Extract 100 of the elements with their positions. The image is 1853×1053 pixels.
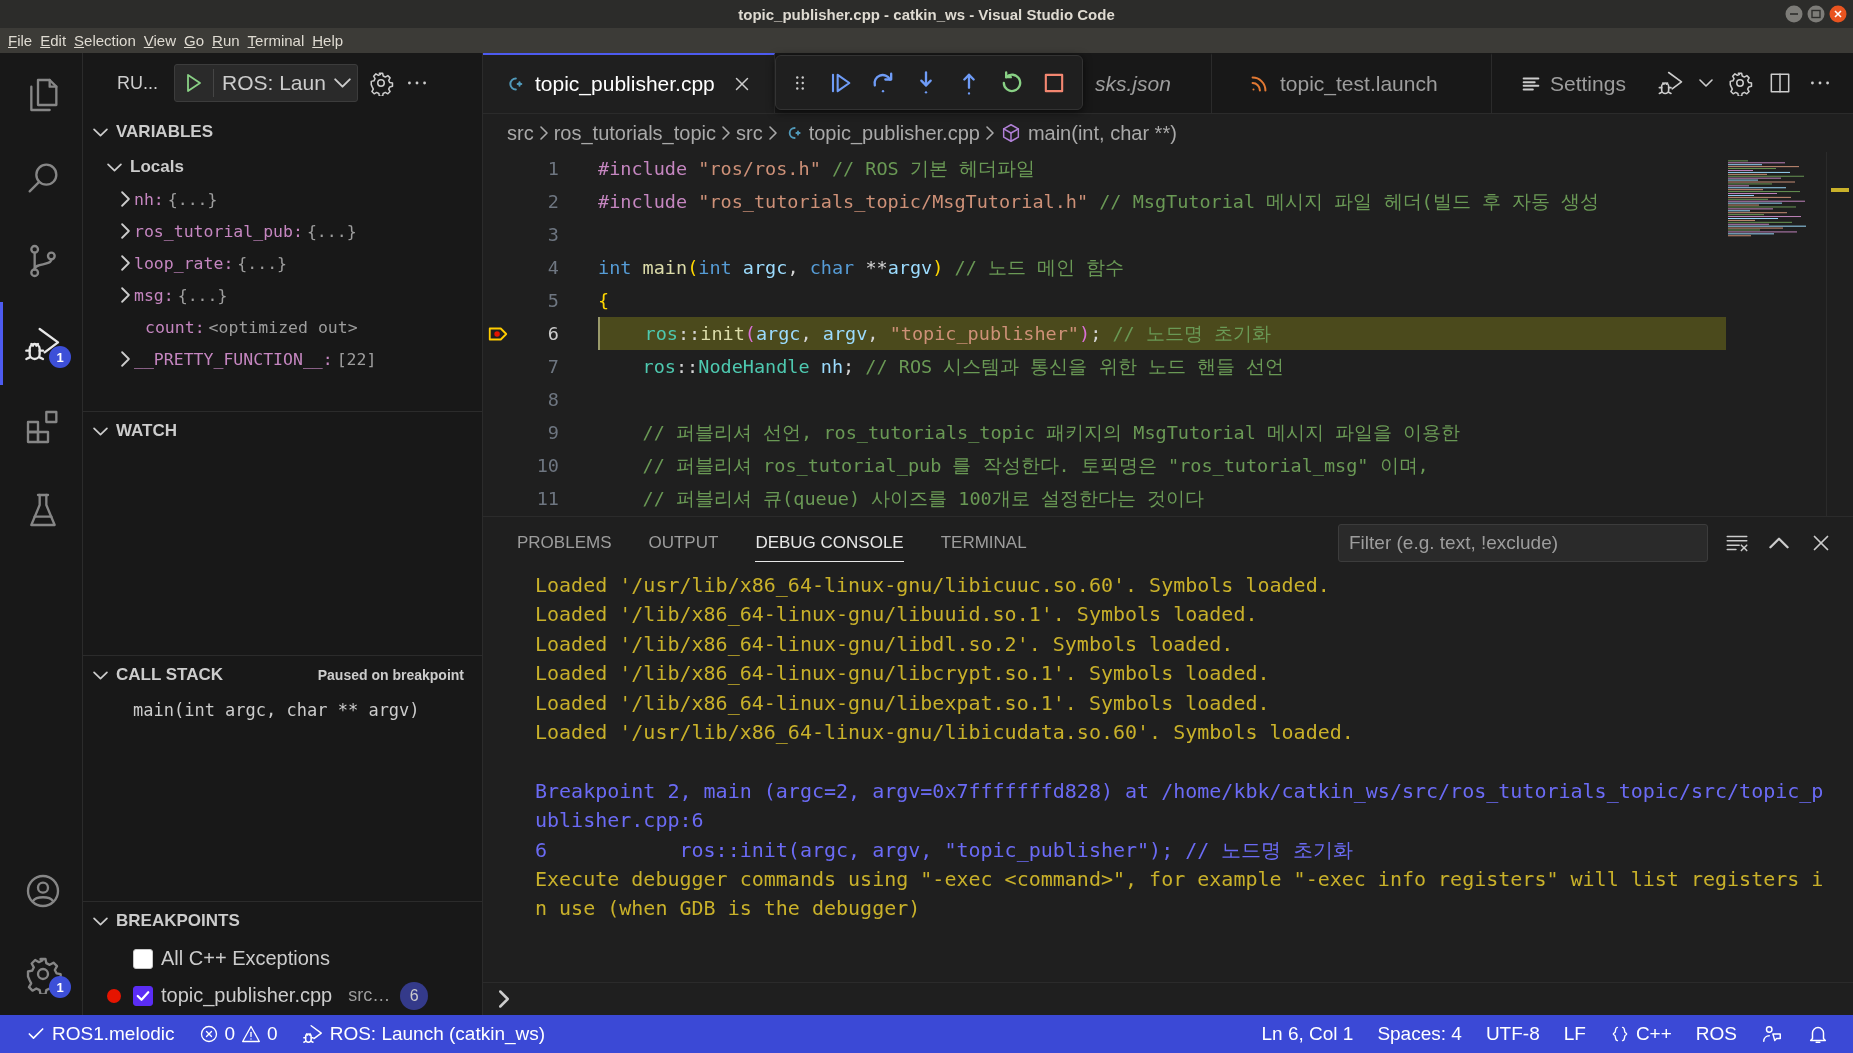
section-header[interactable]: WATCH (83, 412, 482, 450)
chevron-icon (539, 126, 548, 140)
warning-icon (241, 1024, 262, 1044)
section-header[interactable]: VARIABLES (83, 113, 482, 151)
breadcrumb-item[interactable]: src (736, 121, 763, 145)
chevron-icon (768, 126, 777, 140)
code-line: int main(int argc, char **argv) // 노드 메인 함수 (598, 256, 1125, 280)
breakpoint-dot (107, 988, 121, 1003)
menu-item[interactable]: Edit (36, 32, 71, 49)
panel-tab[interactable]: OUTPUT (648, 524, 719, 562)
chevron-icon (121, 191, 130, 207)
editor-tab[interactable]: sks.json (1089, 53, 1212, 113)
menu-item[interactable]: File (4, 32, 37, 49)
paused-status: Paused on breakpoint (317, 667, 464, 683)
variable-item[interactable]: msg: {...} (83, 279, 482, 311)
panel-tab[interactable]: TERMINAL (940, 524, 1027, 562)
console-line: Loaded '/lib/x86_64-linux-gnu/libexpat.so.1'. Symbols loaded. (535, 689, 1271, 717)
settings-icon[interactable] (1727, 70, 1753, 96)
stack-frame[interactable]: main(int argc, char ** argv) (83, 694, 482, 726)
chevron-icon (722, 126, 730, 140)
code-line: ros::init(argc, argv, "topic_publisher"); // 노드명 초기화 (643, 322, 1271, 346)
line-number: 8 (546, 389, 559, 410)
console-line: Loaded '/lib/x86_64-linux-gnu/libdl.so.2'. Symbols loaded. (535, 630, 1235, 658)
chevron-icon (93, 670, 108, 680)
scroll-marker (1831, 188, 1849, 192)
run-debug-icon[interactable] (1657, 69, 1685, 97)
breadcrumb-item[interactable]: src (507, 121, 534, 145)
code-line: #include "ros_tutorials_topic/MsgTutorial.h" // MsgTutorial 메시지 파일 헤더(빌드 후 자동 생성 (598, 190, 1600, 214)
code-line: // 퍼블리셔 선언, ros_tutorials_topic 패키지의 MsgTutorial 메시지 파일을 이용한 (641, 421, 1461, 445)
editor-tab[interactable]: Settings (1492, 53, 1642, 113)
line-number: 4 (546, 257, 559, 278)
panel-tab[interactable]: PROBLEMS (517, 524, 612, 562)
status-item[interactable]: ROS (1683, 1023, 1749, 1045)
code-line: ros::NodeHandle nh; // ROS 시스템과 통신을 위한 노드 핸들 선언 (641, 355, 1284, 379)
menu-item[interactable]: Go (180, 32, 209, 49)
activity-bar-item[interactable]: 1 (0, 932, 82, 1015)
chevron-icon (93, 127, 108, 137)
launch-config-dropdown[interactable]: ROS: Laun (174, 64, 358, 102)
menu-item[interactable]: View (139, 32, 180, 49)
code-line: // 퍼블리셔 ros_tutorial_pub 를 작성한다. 토픽명은 "ros_tutorial_msg" 이며, (641, 454, 1429, 478)
chevron-icon (93, 916, 108, 926)
chevron-icon (121, 255, 130, 271)
status-item[interactable]: ROS1.melodic (14, 1023, 187, 1045)
filter-field[interactable]: Filter (e.g. text, !exclude) (1338, 524, 1708, 562)
maximize-button[interactable] (1807, 5, 1825, 23)
section-header[interactable]: BREAKPOINTS (83, 902, 482, 940)
chevron-icon (93, 426, 108, 436)
status-item[interactable]: Spaces: 4 (1365, 1023, 1474, 1045)
badge: 1 (49, 346, 71, 368)
settings-icon[interactable] (367, 70, 394, 96)
checkbox[interactable] (133, 985, 153, 1006)
maximize-panel-icon[interactable] (1769, 537, 1789, 549)
caret-icon[interactable] (1699, 79, 1713, 87)
feedback-icon[interactable] (1761, 1023, 1783, 1045)
breadcrumb-item[interactable]: main(int, char **) (1027, 121, 1177, 145)
line-number: 3 (546, 224, 559, 245)
status-item[interactable]: LF (1551, 1023, 1598, 1045)
editor-tab[interactable]: topic_publisher.cpp (483, 53, 775, 113)
run-debug-icon (301, 1023, 324, 1045)
status-item[interactable]: Ln 6, Col 1 (1249, 1023, 1366, 1045)
menu-item[interactable]: Selection (70, 32, 140, 49)
menu-item[interactable]: Help (308, 32, 348, 49)
variable-item[interactable]: count: <optimized out> (83, 311, 482, 343)
menu-item[interactable]: Run (208, 32, 244, 49)
menu-item[interactable]: Terminal (243, 32, 309, 49)
sidebar-title: RU... (117, 72, 158, 94)
panel-tab[interactable]: DEBUG CONSOLE (755, 524, 904, 562)
console-line: Loaded '/lib/x86_64-linux-gnu/libcrypt.so.1'. Symbols loaded. (535, 660, 1271, 688)
console-line: Breakpoint 2, main (argc=2, argv=0x7fffffffd828) at /home/kbk/catkin_ws/src/ros_tutorials_topic/src/topic_publisher.cpp:6 (535, 777, 1824, 835)
console-line: Loaded '/usr/lib/x86_64-linux-gnu/libicudata.so.60'. Symbols loaded. (535, 719, 1355, 747)
line-number: 1 (546, 158, 559, 179)
breadcrumb-item[interactable]: topic_publisher.cpp (808, 121, 980, 145)
problems-status[interactable]: 0 0 (186, 1023, 290, 1045)
scope-item[interactable]: Locals (83, 151, 482, 183)
variable-item[interactable]: ros_tutorial_pub: {...} (83, 215, 482, 247)
variable-item[interactable]: __PRETTY_FUNCTION__: [22] (83, 343, 482, 375)
editor-tab[interactable]: topic_test.launch (1212, 53, 1492, 113)
prompt-icon (499, 990, 509, 1008)
variable-item[interactable]: nh: {...} (83, 183, 482, 215)
chevron-icon (121, 223, 130, 239)
breakpoint-path: src… (348, 985, 391, 1006)
line-number: 2 (546, 191, 559, 212)
variable-item[interactable]: loop_rate: {...} (83, 247, 482, 279)
section-header[interactable]: CALL STACK (93, 665, 224, 685)
console-line: 6 ros::init(argc, argv, "topic_publisher"); // 노드명 초기화 (535, 836, 1355, 864)
status-item[interactable]: UTF-8 (1473, 1023, 1552, 1045)
breadcrumb-item[interactable]: ros_tutorials_topic (553, 121, 716, 145)
chevron-icon (985, 126, 994, 140)
window-title: topic_publisher.cpp - catkin_ws - Visual Studio Code (738, 5, 1115, 23)
status-item[interactable]: C++ (1597, 1023, 1684, 1045)
line-number: 9 (546, 422, 559, 443)
line-number: 7 (546, 356, 559, 377)
minimize-button[interactable] (1785, 5, 1803, 23)
line-badge: 6 (400, 981, 429, 1010)
line-number: 6 (546, 323, 559, 344)
chevron-icon (107, 162, 122, 172)
breakpoint-label: topic_publisher.cpp (161, 984, 333, 1007)
line-number: 11 (535, 488, 559, 509)
close-button[interactable] (1829, 5, 1847, 23)
status-item[interactable]: ROS: Launch (catkin_ws) (289, 1023, 558, 1045)
